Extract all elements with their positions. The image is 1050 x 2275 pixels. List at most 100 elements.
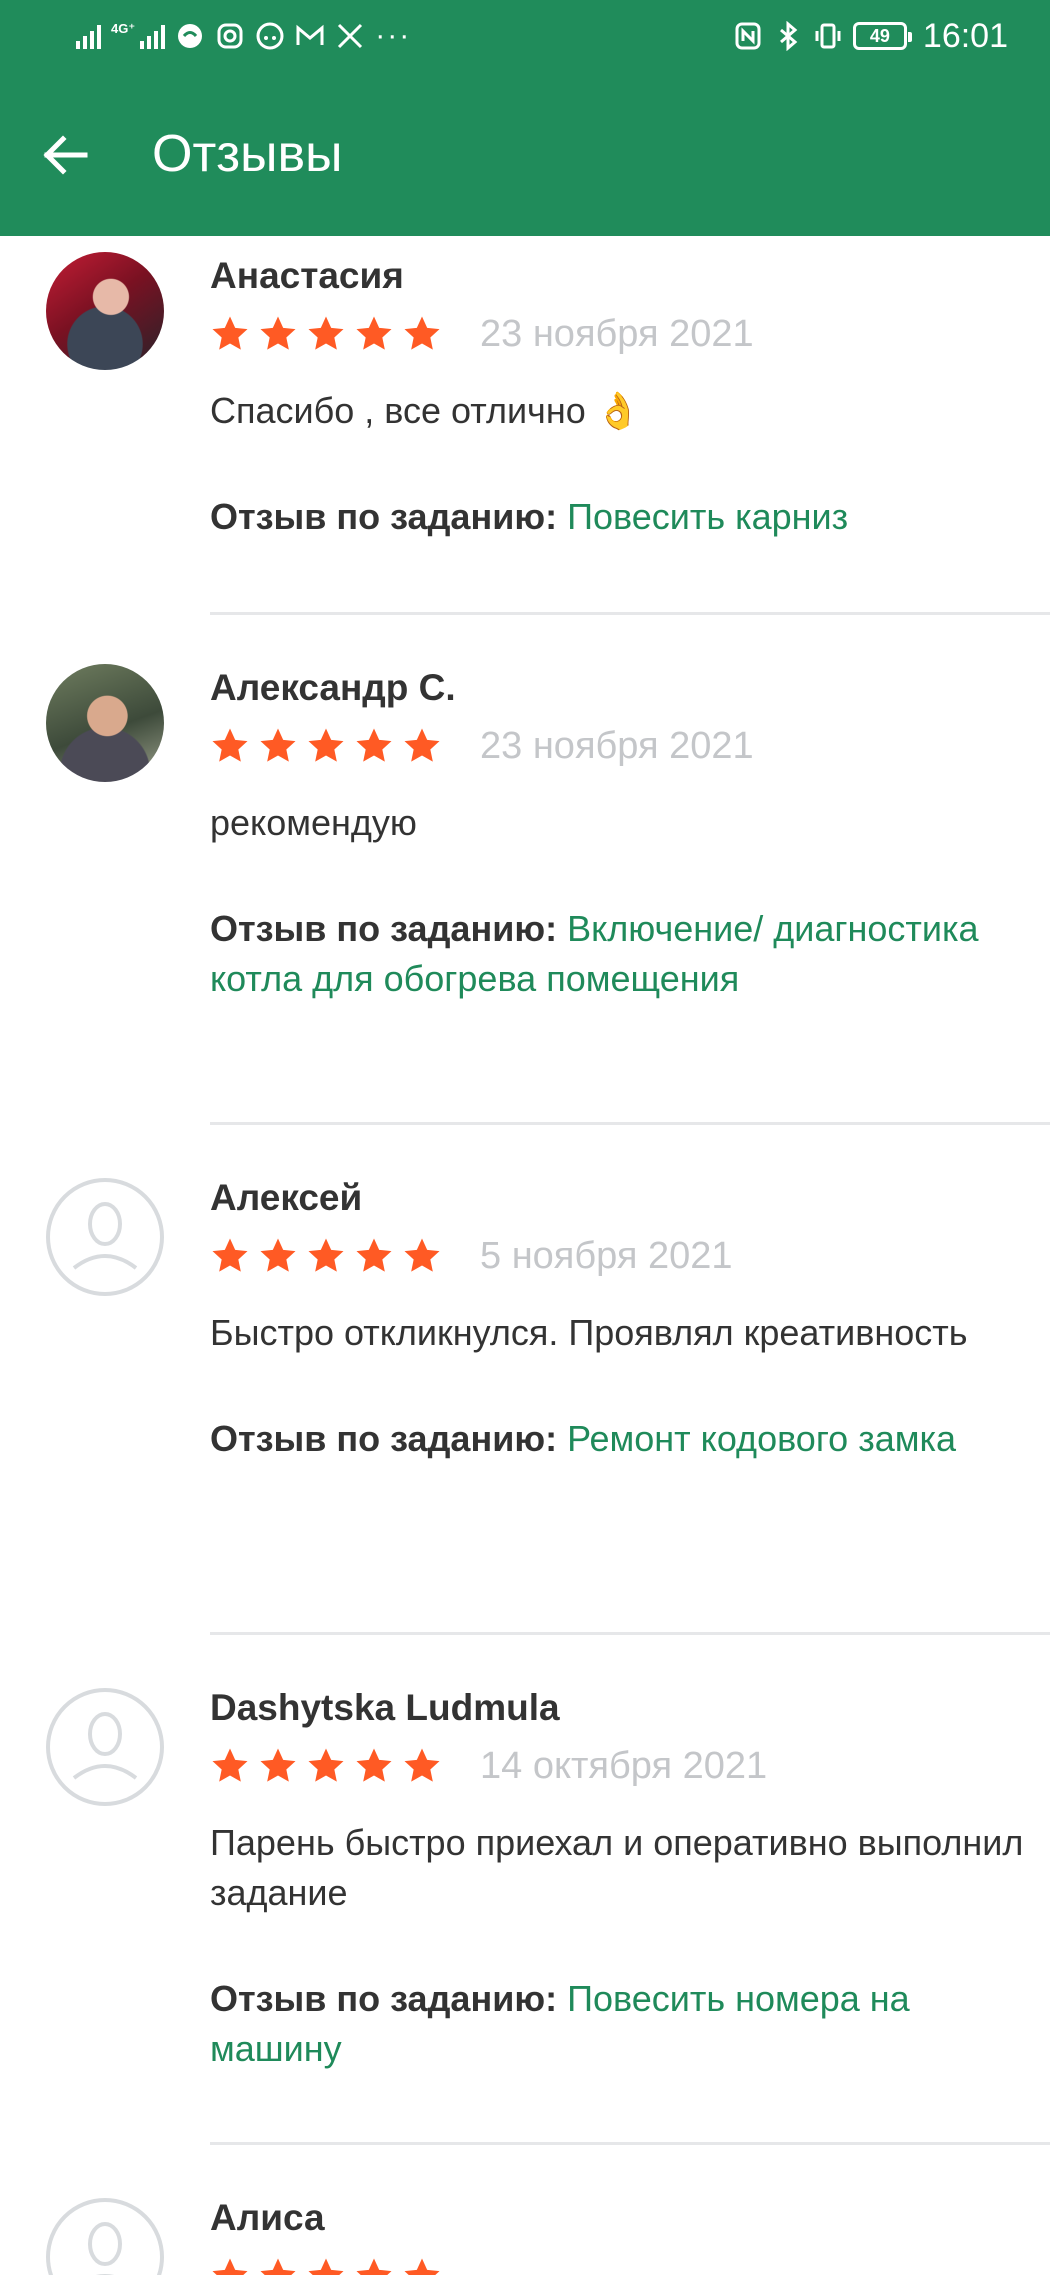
review-task: Отзыв по заданию: Ремонт кодового замка <box>210 1414 1030 1464</box>
star-icon <box>258 726 298 766</box>
divider <box>210 2142 1050 2145</box>
user-placeholder-icon <box>88 2222 122 2275</box>
battery-level: 49 <box>869 25 890 46</box>
signal-icon <box>76 23 101 49</box>
star-icon <box>354 314 394 354</box>
more-icon: ··· <box>375 19 412 52</box>
divider <box>210 1122 1050 1125</box>
avatar[interactable] <box>46 664 164 782</box>
back-button[interactable] <box>30 120 100 190</box>
star-icon <box>210 726 250 766</box>
review-item: Алиса <box>0 2178 1050 2275</box>
star-icon <box>306 726 346 766</box>
user-placeholder-icon <box>72 1712 138 1780</box>
rating-row: 23 ноября 2021 <box>210 306 1030 362</box>
star-icon <box>402 726 442 766</box>
review-author: Анастасия <box>210 255 404 296</box>
task-label: Отзыв по заданию: <box>210 908 558 949</box>
rating-row <box>210 2248 1030 2275</box>
star-icon <box>306 1746 346 1786</box>
star-icon <box>210 2256 250 2275</box>
task-link[interactable]: Повесить карниз <box>567 496 848 537</box>
review-date: 23 ноября 2021 <box>480 724 754 767</box>
rating-row: 14 октября 2021 <box>210 1738 1030 1794</box>
star-icon <box>402 2256 442 2275</box>
star-icon <box>402 1236 442 1276</box>
star-icon <box>306 314 346 354</box>
bluetooth-icon <box>773 21 803 51</box>
task-label: Отзыв по заданию: <box>210 1418 558 1459</box>
status-left: 4G⁺ ··· <box>76 18 411 54</box>
star-icon <box>354 1236 394 1276</box>
star-icon <box>258 1236 298 1276</box>
status-bar: 4G⁺ ··· 49 16:01 <box>0 0 1050 72</box>
review-text: Парень быстро приехал и оперативно выпол… <box>210 1822 1024 1913</box>
rating-row: 5 ноября 2021 <box>210 1228 1030 1284</box>
star-icon <box>306 1236 346 1276</box>
divider <box>210 1632 1050 1635</box>
avatar[interactable] <box>46 1178 164 1296</box>
star-icon <box>354 2256 394 2275</box>
battery-icon: 49 <box>852 22 912 50</box>
star-icon <box>354 1746 394 1786</box>
x-icon <box>335 21 365 51</box>
review-author: Алексей <box>210 1177 363 1218</box>
star-rating <box>210 1746 442 1786</box>
review-date: 14 октября 2021 <box>480 1744 768 1787</box>
page-title: Отзывы <box>152 125 343 183</box>
vibrate-icon <box>813 21 843 51</box>
star-icon <box>210 1236 250 1276</box>
toolbar: Отзывы <box>0 100 1050 210</box>
review-date: 5 ноября 2021 <box>480 1234 733 1277</box>
star-icon <box>402 1746 442 1786</box>
review-content: Dashytska Ludmula 14 октября 2021 Парень… <box>210 1686 1030 2074</box>
star-icon <box>402 314 442 354</box>
review-item: Александр С. 23 ноября 2021 рекомендую О… <box>0 648 1050 1158</box>
review-task: Отзыв по заданию: Повесить карниз <box>210 492 1030 542</box>
star-rating <box>210 314 442 354</box>
review-author: Dashytska Ludmula <box>210 1687 560 1728</box>
review-text: рекомендую <box>210 802 417 843</box>
review-author: Александр С. <box>210 667 456 708</box>
instagram-icon <box>215 21 245 51</box>
star-rating <box>210 2256 442 2275</box>
star-icon <box>306 2256 346 2275</box>
review-author: Алиса <box>210 2197 325 2238</box>
app-header: 4G⁺ ··· 49 16:01 Отзывы <box>0 0 1050 236</box>
nfc-icon <box>733 21 763 51</box>
review-text: Быстро откликнулся. Проявлял креативност… <box>210 1312 968 1353</box>
reviews-list[interactable]: Анастасия 23 ноября 2021 Спасибо , все о… <box>0 236 1050 2275</box>
arrow-left-icon <box>43 135 88 175</box>
review-text: Спасибо , все отлично 👌 <box>210 390 641 431</box>
star-rating <box>210 726 442 766</box>
star-icon <box>210 1746 250 1786</box>
chat-icon <box>175 21 205 51</box>
user-placeholder-icon <box>72 1202 138 1270</box>
gmail-icon <box>295 21 325 51</box>
status-right: 49 16:01 <box>733 16 1008 55</box>
task-link[interactable]: Ремонт кодового замка <box>567 1418 956 1459</box>
review-task: Отзыв по заданию: Включение/ диагностика… <box>210 904 1030 1004</box>
review-task: Отзыв по заданию: Повесить номера на маш… <box>210 1974 1030 2074</box>
star-icon <box>210 314 250 354</box>
network-label: 4G⁺ <box>111 21 136 36</box>
review-item: Dashytska Ludmula 14 октября 2021 Парень… <box>0 1668 1050 2178</box>
signal-4g-icon: 4G⁺ <box>111 21 166 49</box>
review-item: Алексей 5 ноября 2021 Быстро откликнулся… <box>0 1158 1050 1668</box>
review-content: Алексей 5 ноября 2021 Быстро откликнулся… <box>210 1176 1030 1464</box>
review-content: Анастасия 23 ноября 2021 Спасибо , все о… <box>210 254 1030 542</box>
review-content: Александр С. 23 ноября 2021 рекомендую О… <box>210 666 1030 1004</box>
review-date: 23 ноября 2021 <box>480 312 754 355</box>
avatar[interactable] <box>46 252 164 370</box>
status-time: 16:01 <box>922 16 1008 55</box>
avatar[interactable] <box>46 1688 164 1806</box>
divider <box>210 612 1050 615</box>
star-rating <box>210 1236 442 1276</box>
star-icon <box>258 1746 298 1786</box>
star-icon <box>354 726 394 766</box>
task-label: Отзыв по заданию: <box>210 496 558 537</box>
avatar[interactable] <box>46 2198 164 2275</box>
review-content: Алиса <box>210 2196 1030 2275</box>
review-item: Анастасия 23 ноября 2021 Спасибо , все о… <box>0 236 1050 648</box>
rating-row: 23 ноября 2021 <box>210 718 1030 774</box>
